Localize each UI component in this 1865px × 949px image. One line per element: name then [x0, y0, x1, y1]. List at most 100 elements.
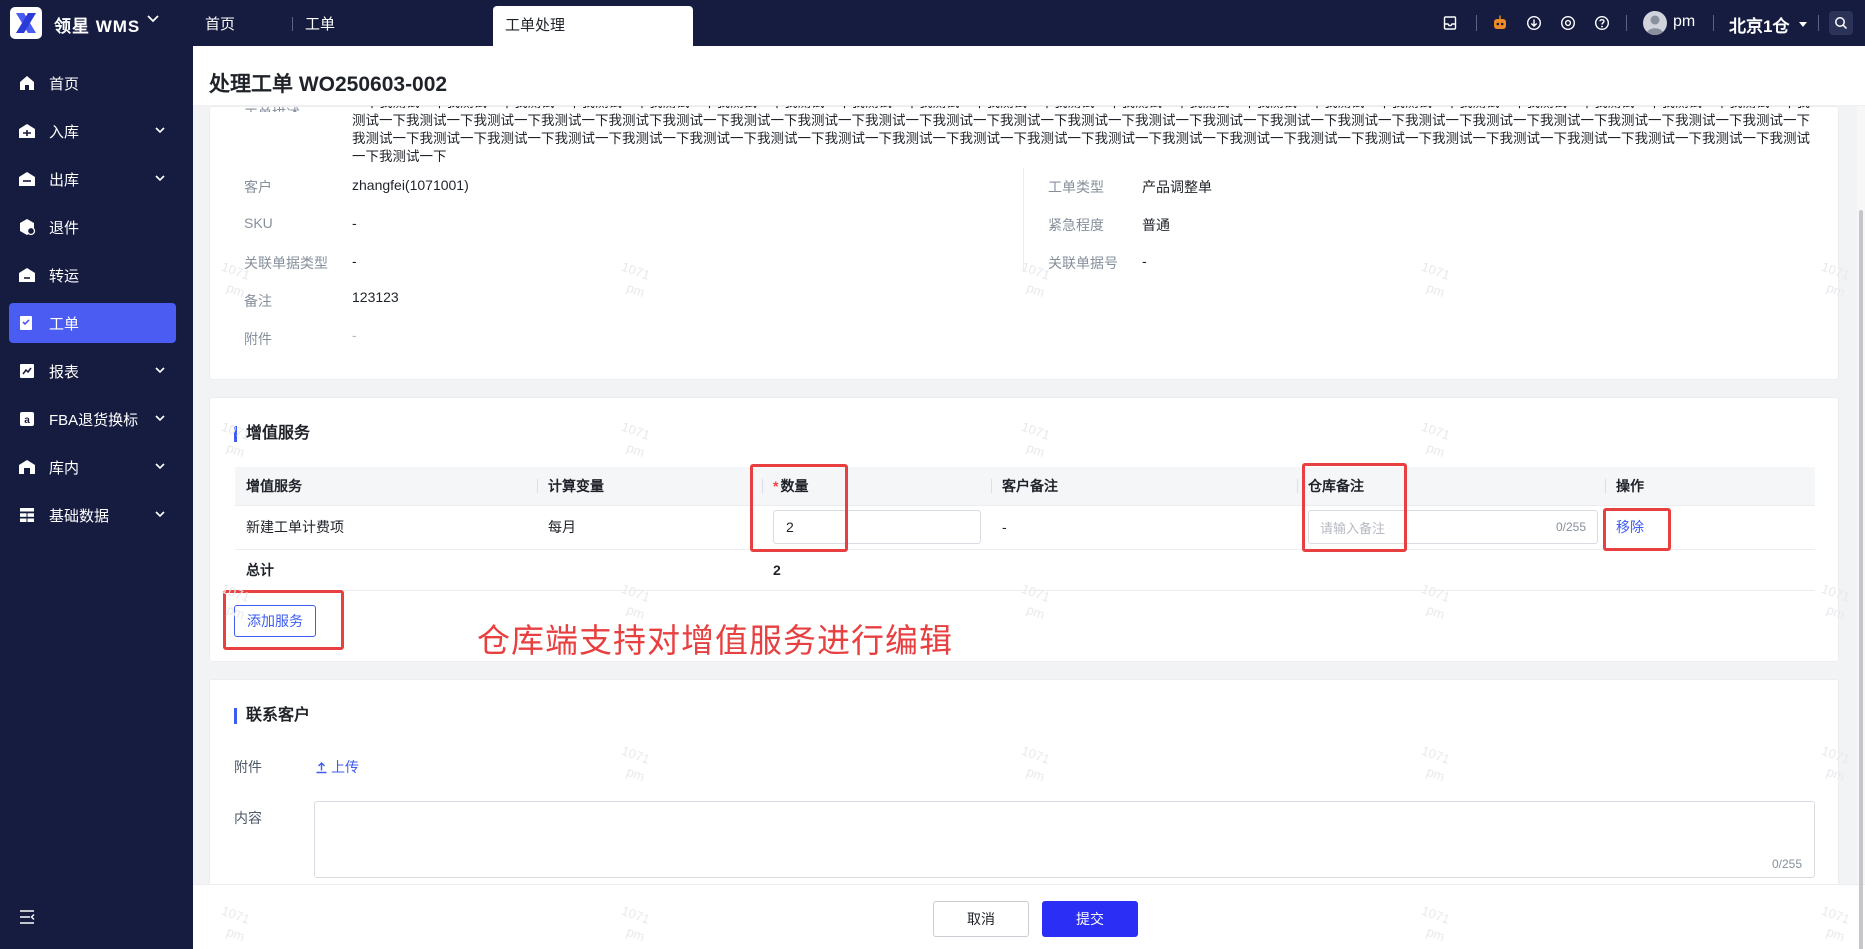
- submit-button[interactable]: 提交: [1042, 901, 1138, 937]
- upload-label: 上传: [331, 759, 359, 775]
- report-icon: [18, 362, 36, 380]
- detail-label: 紧急程度: [1048, 217, 1104, 233]
- home-icon: [18, 74, 36, 92]
- svg-text:a: a: [24, 415, 30, 426]
- sidebar-item-inventory[interactable]: 库内: [9, 447, 176, 487]
- chevron-down-icon: [155, 415, 165, 422]
- column-header: 增值服务: [235, 467, 537, 506]
- tab-separator: [292, 17, 293, 31]
- sidebar-item-label: 首页: [49, 75, 80, 93]
- chevron-down-icon: [155, 175, 165, 182]
- inbound-icon: [18, 122, 36, 140]
- detail-label: 工单类型: [1048, 179, 1104, 195]
- sidebar-item-inbound[interactable]: 入库: [9, 111, 176, 151]
- caret-down-icon[interactable]: [1793, 14, 1813, 34]
- chevron-down-icon[interactable]: [146, 12, 160, 29]
- service-name: 新建工单计费项: [235, 505, 537, 550]
- remark-value: 123123: [352, 289, 399, 305]
- total-row: 总计 2: [235, 549, 1815, 591]
- warehouse-selector[interactable]: 北京1仓: [1729, 12, 1789, 37]
- sidebar-item-transfer[interactable]: 转运: [9, 255, 176, 295]
- content-textarea[interactable]: 0/255: [314, 801, 1815, 878]
- related-doc-number-value: -: [1142, 253, 1147, 269]
- scrollbar[interactable]: [1857, 106, 1865, 949]
- page-title: 处理工单 WO250603-002: [209, 73, 448, 96]
- sidebar-item-fba[interactable]: a FBA退货换标: [9, 399, 176, 439]
- page-header: 处理工单 WO250603-002: [193, 46, 1865, 106]
- section-title: 联系客户: [234, 708, 310, 724]
- sidebar-item-label: FBA退货换标: [49, 411, 139, 429]
- chevron-down-icon: [155, 511, 165, 518]
- cancel-button[interactable]: 取消: [933, 901, 1029, 937]
- sidebar-item-outbound[interactable]: 出库: [9, 159, 176, 199]
- amazon-icon: a: [18, 410, 36, 428]
- sidebar-item-label: 退件: [49, 219, 80, 237]
- tab-workorder[interactable]: 工单: [305, 0, 335, 46]
- top-bar: 领星 WMS 首页 工单 工单处理 pm 北京1仓: [0, 0, 1865, 46]
- total-quantity: 2: [762, 549, 991, 591]
- chevron-down-icon: [155, 463, 165, 470]
- robot-icon[interactable]: [1490, 13, 1510, 33]
- toolbar-separator: [1713, 15, 1714, 31]
- section-title: 增值服务: [234, 426, 310, 442]
- sidebar-item-label: 库内: [49, 459, 80, 477]
- tab-home[interactable]: 首页: [205, 0, 235, 46]
- column-header: 计算变量: [537, 467, 762, 506]
- transfer-icon: [18, 266, 36, 284]
- grid-icon: [18, 506, 36, 524]
- sidebar-item-workorder[interactable]: 工单: [9, 303, 176, 343]
- customer-note: -: [991, 505, 1297, 550]
- total-label: 总计: [235, 549, 537, 591]
- upload-link[interactable]: 上传: [315, 757, 359, 777]
- column-separator: [1297, 479, 1298, 493]
- help-icon[interactable]: [1592, 13, 1612, 33]
- column-separator: [1605, 479, 1606, 493]
- detail-label: 关联单据类型: [244, 255, 328, 271]
- app-logo[interactable]: [10, 7, 42, 39]
- table-header-row: 增值服务 计算变量 * 数量 客户备注 仓库备注 操作: [235, 467, 1815, 506]
- avatar[interactable]: [1643, 11, 1667, 35]
- calc-variable: 每月: [537, 505, 762, 550]
- table-row: 新建工单计费项 每月 2 - 请输入备注 0/255 移除: [235, 505, 1815, 550]
- workorder-icon: [18, 314, 36, 332]
- menu-collapse-icon[interactable]: [18, 908, 36, 929]
- description-clip: 一下我测试一下我测试一下我测试一下我测试一下我测试一下我测试一下我测试一下我测试…: [352, 106, 1817, 162]
- column-header-label: 操作: [1616, 477, 1644, 494]
- upload-icon: [316, 761, 327, 773]
- sidebar-item-reports[interactable]: 报表: [9, 351, 176, 391]
- column-header: 客户备注: [991, 467, 1297, 506]
- highlight-box: [750, 464, 848, 552]
- tab-workorder-process[interactable]: 工单处理: [493, 6, 693, 46]
- annotation-text: 仓库端支持对增值服务进行编辑: [477, 622, 953, 659]
- content-label: 内容: [234, 810, 262, 826]
- toolbar-separator: [1818, 15, 1819, 31]
- search-icon[interactable]: [1829, 11, 1853, 35]
- settings-icon[interactable]: [1558, 13, 1578, 33]
- column-header-label: 计算变量: [548, 477, 604, 494]
- detail-label: 关联单据号: [1048, 255, 1118, 271]
- inbox-icon[interactable]: [1440, 13, 1460, 33]
- empty-cell: [1605, 549, 1815, 591]
- sidebar-item-label: 工单: [49, 315, 80, 333]
- download-icon[interactable]: [1524, 13, 1544, 33]
- column-separator: [537, 479, 538, 493]
- sidebar-item-basedata[interactable]: 基础数据: [9, 495, 176, 535]
- attachment-value: -: [352, 327, 357, 343]
- sidebar-item-home[interactable]: 首页: [9, 63, 176, 103]
- sidebar-item-label: 报表: [49, 363, 80, 381]
- user-name[interactable]: pm: [1673, 13, 1695, 31]
- sidebar-item-returns[interactable]: 退件: [9, 207, 176, 247]
- detail-label: 附件: [244, 331, 272, 347]
- sidebar: 首页 入库 出库 退件 转运 工单 报表 a FBA退货换标 库内 基础数据: [0, 46, 193, 949]
- urgency-value: 普通: [1142, 217, 1170, 233]
- highlight-box: [1302, 463, 1407, 552]
- description-text: 一下我测试一下我测试一下我测试一下我测试一下我测试一下我测试一下我测试一下我测试…: [352, 106, 1810, 162]
- outbound-icon: [18, 170, 36, 188]
- toolbar-separator: [1476, 15, 1477, 31]
- sidebar-item-label: 基础数据: [49, 507, 110, 525]
- scrollbar-thumb[interactable]: [1859, 210, 1863, 949]
- footer-actions: 取消 提交: [193, 884, 1865, 949]
- highlight-box: [1603, 508, 1671, 551]
- warehouse-icon: [18, 458, 36, 476]
- detail-divider: [1023, 168, 1024, 272]
